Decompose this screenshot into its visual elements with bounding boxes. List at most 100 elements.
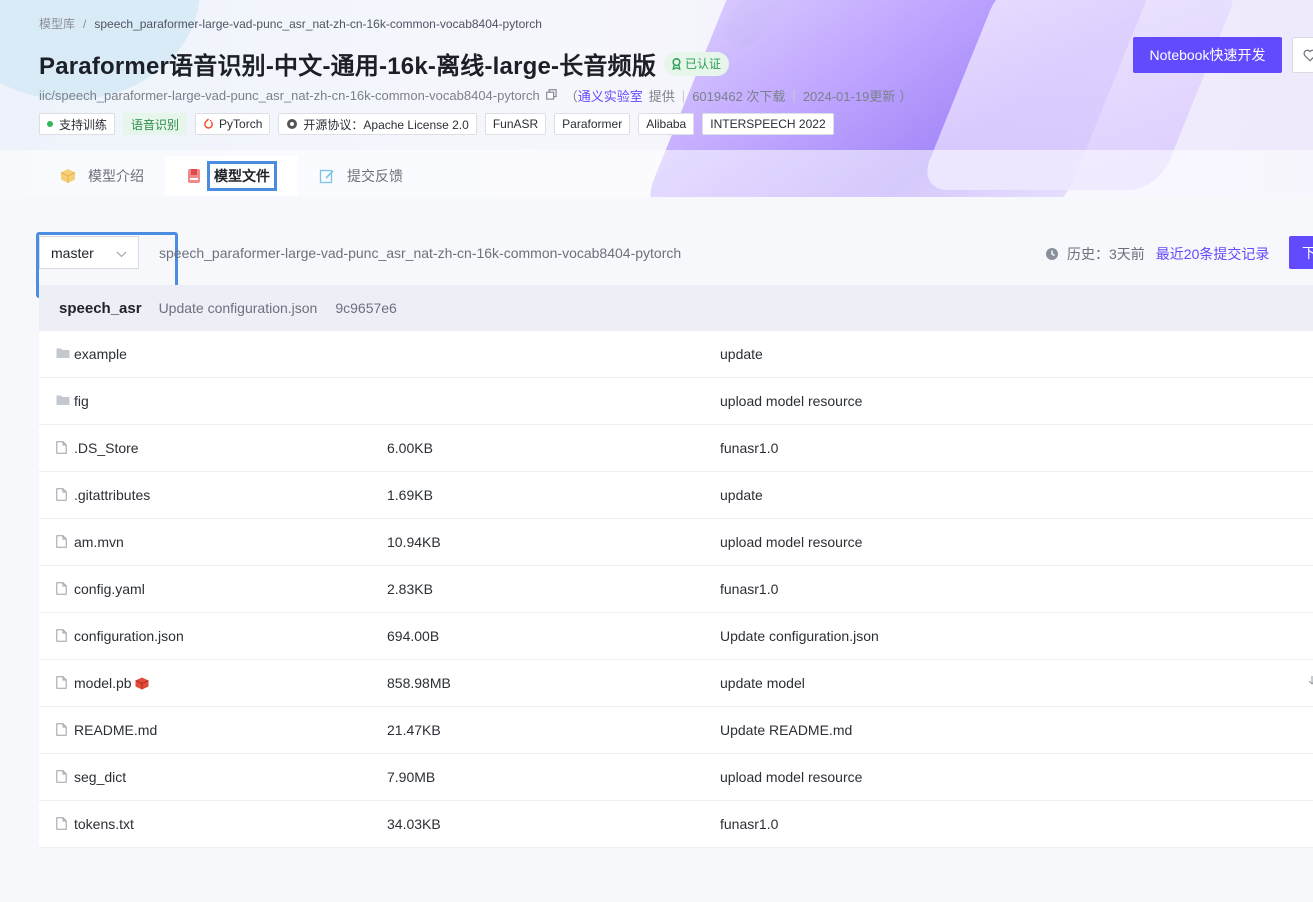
file-commit-message[interactable]: Update README.md [720,722,852,738]
file-book-icon [186,168,202,184]
tag-task[interactable]: 语音识别 [123,113,188,135]
file-name[interactable]: configuration.json [74,628,184,644]
tab-files[interactable]: 模型文件 [165,156,298,196]
file-name[interactable]: am.mvn [74,534,124,550]
file-name[interactable]: config.yaml [74,581,145,597]
file-size: 6.00KB [387,440,433,456]
file-row[interactable]: .DS_Store 6.00KB funasr1.0 [39,425,1313,472]
tag-framework[interactable]: PyTorch [195,113,271,135]
folder-icon [56,347,70,359]
history-label: 历史：3天前 [1067,246,1145,262]
file-row[interactable]: seg_dict 7.90MB upload model resource [39,754,1313,801]
title-row: Paraformer语音识别-中文-通用-16k-离线-large-长音频版 已… [39,46,730,81]
history-info: 历史：3天前 最近20条提交记录 [1045,244,1269,264]
provider-link[interactable]: 通义实验室 [578,86,643,105]
file-commit-message[interactable]: Update configuration.json [720,628,879,644]
file-name[interactable]: model.pb [74,675,132,691]
file-row[interactable]: tokens.txt 34.03KB funasr1.0 [39,801,1313,848]
file-icon [56,770,67,783]
folder-icon [56,394,70,406]
file-row[interactable]: .gitattributes 1.69KB update [39,472,1313,519]
pytorch-icon [203,118,214,130]
file-size: 694.00B [387,628,440,644]
file-commit-message[interactable]: update [720,487,763,503]
file-icon [56,817,67,830]
meta-close-paren: ） [899,89,913,104]
file-icon [56,582,67,595]
file-row[interactable]: model.pb 858.98MB update model [39,660,1313,707]
file-name-cell[interactable]: .gitattributes [74,487,150,503]
heart-icon [1303,49,1313,62]
file-commit-message[interactable]: upload model resource [720,534,862,550]
recent-commits-link[interactable]: 最近20条提交记录 [1156,244,1270,264]
favorite-button[interactable] [1292,37,1313,73]
file-name-cell[interactable]: README.md [74,722,157,738]
page-title: Paraformer语音识别-中文-通用-16k-离线-large-长音频版 [39,53,657,80]
file-name-cell[interactable]: configuration.json [74,628,184,644]
file-commit-message[interactable]: update [720,346,763,362]
tag-funasr[interactable]: FunASR [484,113,547,135]
clock-icon [1045,247,1059,261]
tag-license[interactable]: 开源协议：Apache License 2.0 [278,113,477,135]
status-dot-icon [47,121,53,127]
tag-paraformer[interactable]: Paraformer [554,113,631,135]
tag-list: 支持训练 语音识别 PyTorch 开源协议：Apache License 2.… [39,113,834,135]
file-row[interactable]: config.yaml 2.83KB funasr1.0 [39,566,1313,613]
box-icon [60,168,76,184]
file-row[interactable]: configuration.json 694.00B Update configur… [39,613,1313,660]
file-size: 2.83KB [387,581,433,597]
tag-train[interactable]: 支持训练 [39,113,116,135]
file-name[interactable]: .DS_Store [74,440,139,456]
latest-commit-bar: speech_asr Update configuration.json 9c9… [39,285,1313,331]
file-name-cell[interactable]: fig [74,393,89,409]
copy-icon[interactable] [545,88,557,103]
file-size: 7.90MB [387,769,436,785]
updated-date: 2024-01-19更新 [802,89,896,104]
file-name[interactable]: .gitattributes [74,487,150,503]
commit-message[interactable]: Update configuration.json [159,300,318,316]
file-icon [56,629,67,642]
file-commit-message[interactable]: update model [720,675,805,691]
tab-intro[interactable]: 模型介绍 [39,156,165,196]
file-name-cell[interactable]: .DS_Store [74,440,139,456]
download-button[interactable]: 下 [1289,236,1313,269]
notebook-button[interactable]: Notebook快速开发 [1133,37,1282,73]
tab-feedback[interactable]: 提交反馈 [298,156,424,196]
verified-label: 已认证 [685,57,722,71]
file-name[interactable]: README.md [74,722,157,738]
tag-label: 开源协议：Apache License 2.0 [303,117,469,132]
file-commit-message[interactable]: funasr1.0 [720,581,778,597]
file-name-cell[interactable]: example [74,346,127,362]
breadcrumb-current: speech_paraformer-large-vad-punc_asr_nat… [94,17,542,31]
file-icon [56,488,67,501]
file-commit-message[interactable]: upload model resource [720,769,862,785]
license-icon [286,118,298,130]
file-name-cell[interactable]: config.yaml [74,581,145,597]
file-name-cell[interactable]: tokens.txt [74,816,134,832]
meta-divider: | [792,88,796,103]
breadcrumb-root[interactable]: 模型库 [39,17,75,31]
file-name-cell[interactable]: model.pb [74,675,149,691]
file-commit-message[interactable]: funasr1.0 [720,816,778,832]
file-commit-message[interactable]: upload model resource [720,393,862,409]
file-name[interactable]: tokens.txt [74,816,134,832]
file-name-cell[interactable]: seg_dict [74,769,126,785]
file-name[interactable]: example [74,346,127,362]
file-row[interactable]: example update [39,331,1313,378]
file-name[interactable]: seg_dict [74,769,126,785]
file-name-cell[interactable]: am.mvn [74,534,124,550]
tab-bar: 模型介绍 模型文件 提交反馈 [39,156,424,196]
tag-interspeech[interactable]: INTERSPEECH 2022 [702,113,834,135]
repo-name[interactable]: speech_asr [59,300,142,317]
file-name[interactable]: fig [74,393,89,409]
download-arrow-icon[interactable] [1308,675,1313,689]
lfs-icon [134,677,149,690]
file-commit-message[interactable]: funasr1.0 [720,440,778,456]
edit-icon [319,168,335,184]
verified-badge: 已认证 [664,51,730,76]
file-row[interactable]: README.md 21.47KB Update README.md [39,707,1313,754]
file-row[interactable]: fig upload model resource [39,378,1313,425]
file-row[interactable]: am.mvn 10.94KB upload model resource [39,519,1313,566]
commit-hash[interactable]: 9c9657e6 [335,300,397,316]
tag-alibaba[interactable]: Alibaba [638,113,695,135]
